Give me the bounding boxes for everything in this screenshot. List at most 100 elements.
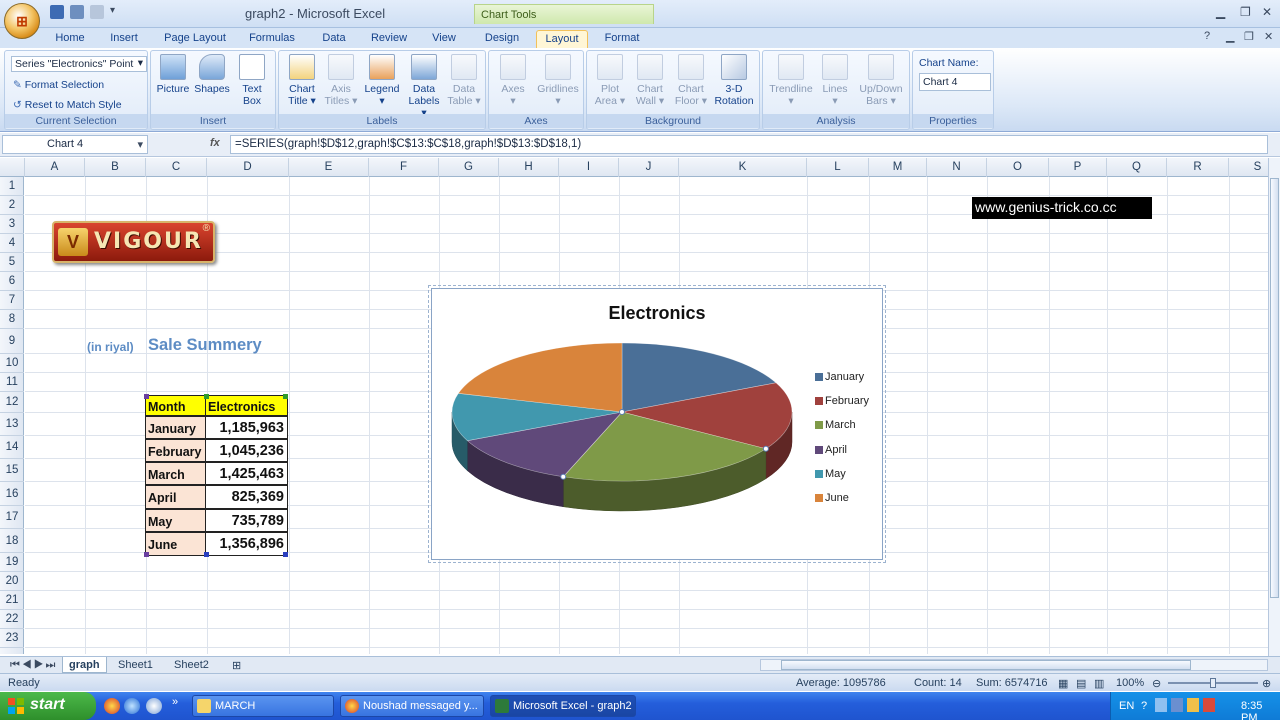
row-header[interactable]: 20 xyxy=(0,572,24,591)
column-header[interactable]: F xyxy=(369,158,439,177)
sheet-tab-graph[interactable]: graph xyxy=(62,657,107,673)
row-header[interactable]: 4 xyxy=(0,234,24,253)
row-header[interactable]: 3 xyxy=(0,215,24,234)
text-box-button[interactable]: Text Box xyxy=(235,54,269,107)
column-header[interactable]: A xyxy=(25,158,85,177)
cell-electronics-value[interactable]: 1,045,236 xyxy=(205,439,288,462)
undo-icon[interactable] xyxy=(70,5,84,19)
tab-insert[interactable]: Insert xyxy=(104,30,144,48)
normal-view-icon[interactable]: ▦ xyxy=(1058,677,1068,690)
tray-speaker-icon[interactable] xyxy=(1187,698,1199,712)
ribbon-restore-icon[interactable]: ❐ xyxy=(1244,30,1254,43)
legend-button[interactable]: Legend ▾ xyxy=(361,54,403,107)
column-header[interactable]: I xyxy=(559,158,619,177)
cell-electronics-value[interactable]: 1,425,463 xyxy=(205,462,288,485)
tab-design[interactable]: Design xyxy=(478,30,526,48)
axes-button[interactable]: Axes ▾ xyxy=(493,54,533,107)
zoom-slider-thumb[interactable] xyxy=(1210,678,1216,688)
horizontal-scroll-thumb[interactable] xyxy=(781,660,1191,670)
shapes-button[interactable]: Shapes xyxy=(193,54,231,95)
clock[interactable]: 8:35 PM xyxy=(1241,700,1280,720)
row-header[interactable]: 5 xyxy=(0,253,24,272)
row-header[interactable]: 6 xyxy=(0,272,24,291)
ie-quicklaunch-icon[interactable] xyxy=(124,698,140,714)
column-header[interactable]: G xyxy=(439,158,499,177)
close-icon[interactable]: ✕ xyxy=(1262,5,1272,19)
page-break-view-icon[interactable]: ▥ xyxy=(1094,677,1104,690)
tab-home[interactable]: Home xyxy=(50,30,90,48)
row-header[interactable]: 2 xyxy=(0,196,24,215)
row-header[interactable]: 18 xyxy=(0,529,24,553)
tab-view[interactable]: View xyxy=(424,30,464,48)
row-header[interactable]: 7 xyxy=(0,291,24,310)
chart-wall-button[interactable]: Chart Wall ▾ xyxy=(631,54,669,107)
cell-electronics-value[interactable]: 1,185,963 xyxy=(205,416,288,439)
tab-data[interactable]: Data xyxy=(314,30,354,48)
cell-electronics-value[interactable]: 1,356,896 xyxy=(205,532,288,556)
column-header[interactable]: C xyxy=(146,158,207,177)
zoom-level[interactable]: 100% xyxy=(1116,677,1144,689)
row-header[interactable]: 8 xyxy=(0,310,24,329)
reset-to-match-style-button[interactable]: ↺ Reset to Match Style xyxy=(13,99,122,111)
office-button[interactable]: ⊞ xyxy=(4,3,40,39)
start-button[interactable]: start xyxy=(0,692,96,720)
save-icon[interactable] xyxy=(50,5,64,19)
column-header[interactable]: B xyxy=(85,158,146,177)
row-header[interactable]: 9 xyxy=(0,329,24,354)
tray-network-icon[interactable] xyxy=(1155,698,1167,712)
zoom-in-icon[interactable]: ⊕ xyxy=(1262,677,1271,690)
tray-help-icon[interactable]: ? xyxy=(1141,700,1147,712)
formula-input[interactable]: =SERIES(graph!$D$12,graph!$C$13:$C$18,gr… xyxy=(230,135,1268,154)
3d-rotation-button[interactable]: 3-D Rotation xyxy=(711,54,757,107)
header-cell-electronics[interactable]: Electronics xyxy=(205,395,288,416)
cell-month[interactable]: February xyxy=(145,439,206,462)
tab-formulas[interactable]: Formulas xyxy=(244,30,300,48)
column-header[interactable]: D xyxy=(207,158,289,177)
range-handle[interactable] xyxy=(283,394,288,399)
range-handle[interactable] xyxy=(204,394,209,399)
slice-selection-handle[interactable] xyxy=(762,445,769,452)
format-selection-button[interactable]: ✎ Format Selection xyxy=(13,79,104,91)
row-header[interactable]: 22 xyxy=(0,610,24,629)
row-header[interactable]: 16 xyxy=(0,482,24,506)
redo-icon[interactable] xyxy=(90,5,104,19)
column-header[interactable]: J xyxy=(619,158,679,177)
row-header[interactable]: 10 xyxy=(0,354,24,373)
chart-title-button[interactable]: Chart Title ▾ xyxy=(283,54,321,107)
restore-icon[interactable]: ❐ xyxy=(1240,5,1251,19)
header-cell-month[interactable]: Month xyxy=(145,395,206,416)
vertical-scrollbar[interactable] xyxy=(1268,158,1280,656)
insert-sheet-icon[interactable]: ⊞ xyxy=(226,657,247,673)
chrome-quicklaunch-icon[interactable] xyxy=(104,698,120,714)
legend-item[interactable]: February xyxy=(815,395,869,411)
up-down-bars-button[interactable]: Up/Down Bars ▾ xyxy=(855,54,907,107)
column-header[interactable]: M xyxy=(869,158,927,177)
slice-selection-handle[interactable] xyxy=(560,473,567,480)
task-march-folder[interactable]: MARCH xyxy=(192,695,334,717)
column-header[interactable]: Q xyxy=(1107,158,1167,177)
messenger-quicklaunch-icon[interactable] xyxy=(146,698,162,714)
sheet-tab-sheet2[interactable]: Sheet2 xyxy=(168,657,215,673)
data-labels-button[interactable]: Data Labels ▾ xyxy=(405,54,443,119)
row-header[interactable]: 13 xyxy=(0,413,24,436)
zoom-out-icon[interactable]: ⊖ xyxy=(1152,677,1161,690)
pie-plot-area[interactable] xyxy=(446,339,796,549)
column-header[interactable]: H xyxy=(499,158,559,177)
tab-page-layout[interactable]: Page Layout xyxy=(160,30,230,48)
help-icon[interactable]: ? xyxy=(1204,30,1210,42)
horizontal-scrollbar[interactable] xyxy=(760,659,1268,671)
zoom-slider[interactable] xyxy=(1168,678,1258,688)
tray-security-icon[interactable] xyxy=(1171,698,1183,712)
slice-selection-handle[interactable] xyxy=(619,409,625,415)
row-header[interactable]: 11 xyxy=(0,373,24,392)
ribbon-close-icon[interactable]: ✕ xyxy=(1264,30,1273,43)
pie-chart[interactable]: Electronics January February March April May… xyxy=(431,288,883,560)
row-header[interactable]: 14 xyxy=(0,436,24,459)
task-excel[interactable]: Microsoft Excel - graph2 xyxy=(490,695,636,717)
minimize-icon[interactable]: ▁ xyxy=(1216,5,1225,19)
legend-item[interactable]: January xyxy=(815,371,864,387)
tray-app-icon[interactable] xyxy=(1203,698,1215,712)
cell-month[interactable]: April xyxy=(145,485,206,509)
row-header[interactable]: 19 xyxy=(0,553,24,572)
range-handle[interactable] xyxy=(144,552,149,557)
